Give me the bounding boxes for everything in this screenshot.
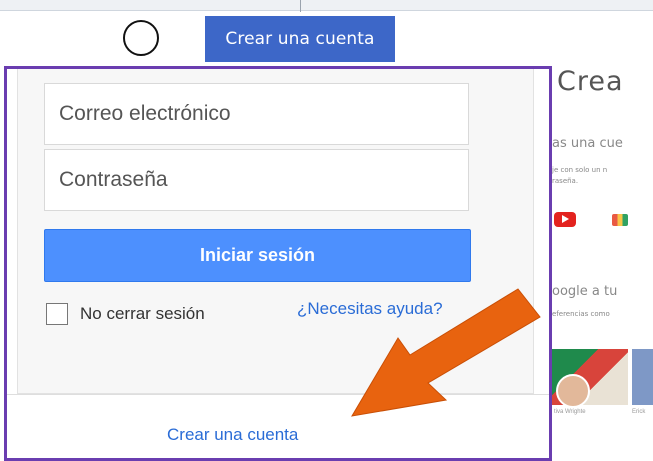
avatar	[556, 374, 590, 408]
remember-label: No cerrar sesión	[80, 304, 205, 323]
background-text-line: je con solo un n	[552, 166, 608, 174]
background-title: Crea	[557, 66, 624, 97]
password-field[interactable]: Contraseña	[44, 149, 469, 211]
background-text-line: raseña.	[552, 177, 579, 185]
create-account-link[interactable]: Crear una cuenta	[167, 425, 298, 445]
login-highlight-frame: Correo electrónico Contraseña Iniciar se…	[4, 66, 552, 461]
remember-me[interactable]: No cerrar sesión	[46, 303, 205, 325]
youtube-icon	[554, 212, 576, 227]
circle-marker-icon	[123, 20, 159, 56]
photos-icon	[612, 214, 628, 226]
help-link[interactable]: ¿Necesitas ayuda?	[297, 299, 443, 319]
photo-caption: Erick	[632, 409, 646, 415]
card-divider	[7, 394, 549, 395]
remember-checkbox[interactable]	[46, 303, 68, 325]
signin-button[interactable]: Iniciar sesión	[44, 229, 471, 282]
login-card: Correo electrónico Contraseña Iniciar se…	[17, 69, 534, 394]
create-account-header-button[interactable]: Crear una cuenta	[205, 16, 395, 62]
profile-photo	[632, 349, 653, 405]
top-toolbar-strip	[0, 0, 653, 12]
background-subtitle: oogle a tu	[552, 284, 618, 299]
background-text-line: eferencias como	[552, 310, 610, 318]
background-signup-page: Crea as una cue je con solo un n raseña.…	[552, 62, 653, 461]
photo-caption: tiva Wrighte	[554, 409, 586, 415]
email-field[interactable]: Correo electrónico	[44, 83, 469, 145]
background-subtitle: as una cue	[552, 136, 623, 151]
toolbar-divider	[300, 0, 301, 12]
